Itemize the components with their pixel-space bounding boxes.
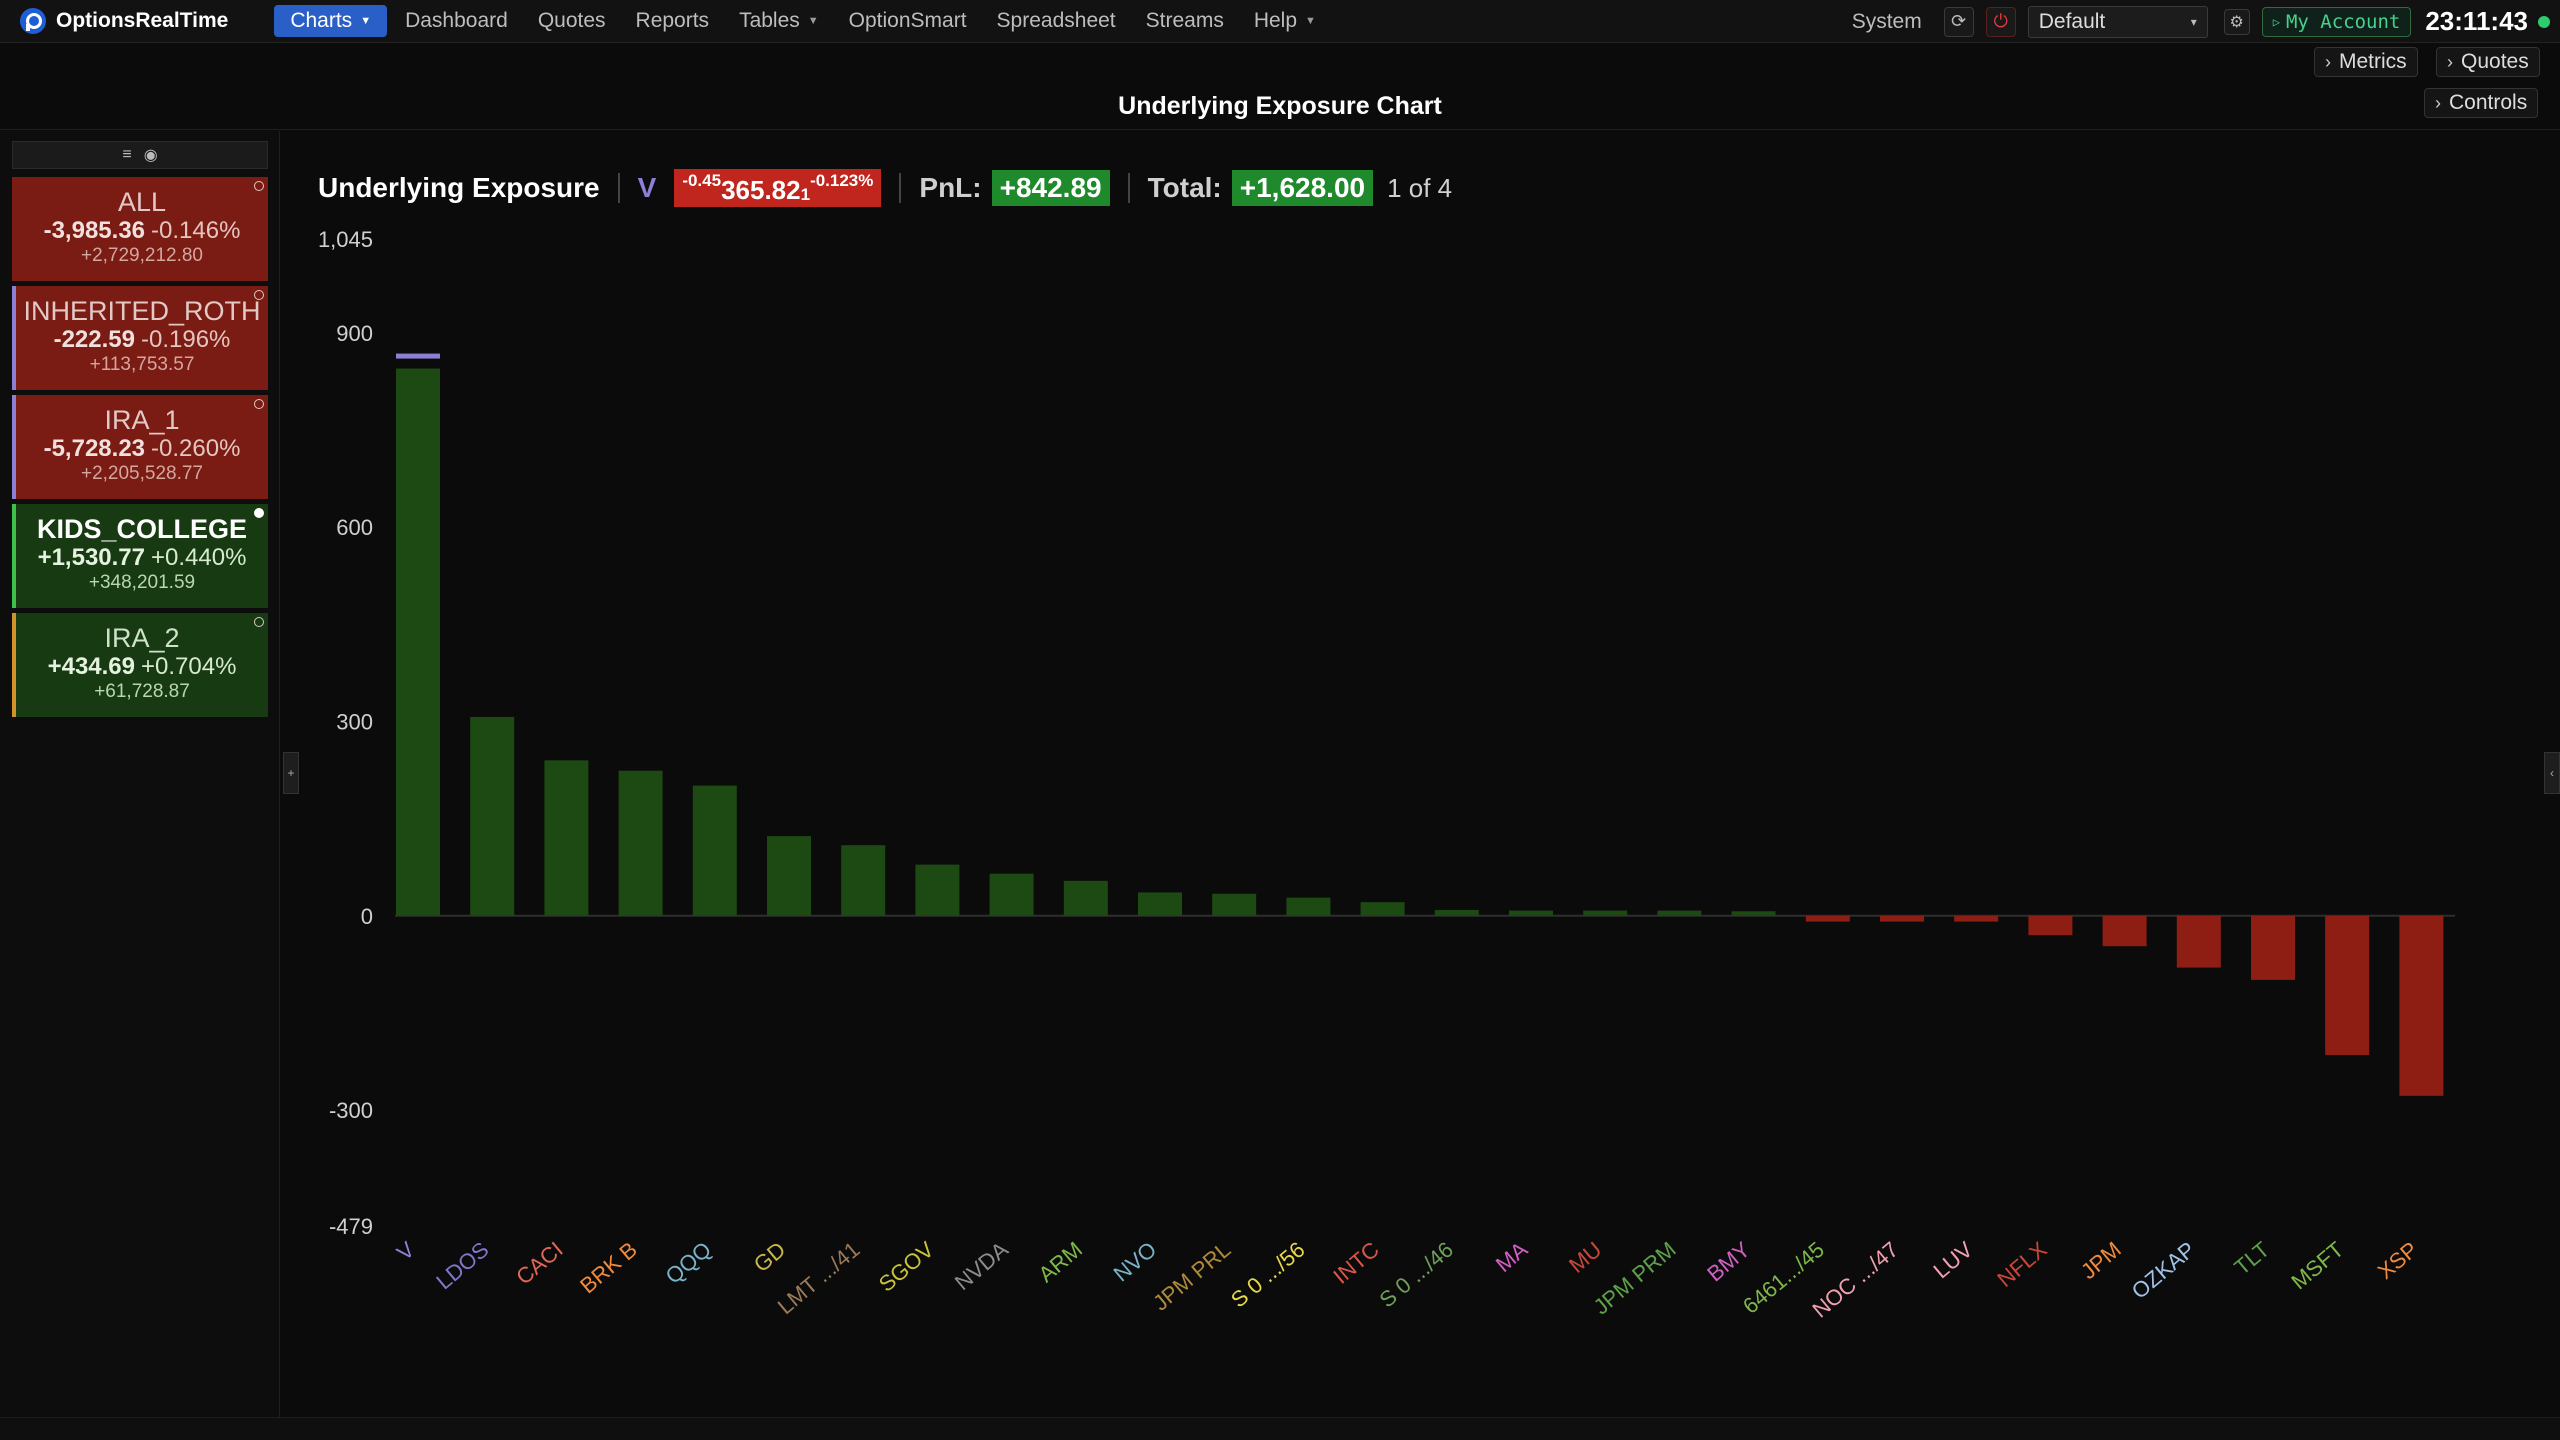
x-tick-label[interactable]: BMY (1702, 1236, 1755, 1286)
x-tick-label[interactable]: S 0 .../46 (1374, 1237, 1458, 1313)
bar-s-0-46[interactable] (1434, 909, 1479, 916)
x-tick-label[interactable]: NVO (1109, 1237, 1162, 1287)
bar-ozkap[interactable] (2176, 915, 2221, 968)
y-tick-label: 1,045 (318, 227, 373, 252)
y-tick-label: 0 (361, 904, 373, 929)
bar-6461-45[interactable] (1805, 915, 1850, 922)
x-tick-label[interactable]: QQQ (661, 1237, 716, 1289)
x-tick-label[interactable]: MU (1564, 1237, 1606, 1278)
x-tick-label[interactable]: CACI (511, 1237, 567, 1290)
bar-lmt-41[interactable] (841, 845, 886, 916)
status-bar (0, 1417, 2560, 1440)
bar-nflx[interactable] (2028, 915, 2073, 936)
x-tick-label[interactable]: LUV (1929, 1236, 1978, 1283)
x-tick-label[interactable]: V (392, 1236, 420, 1265)
x-tick-label[interactable]: LMT .../41 (773, 1237, 865, 1320)
x-tick-label[interactable]: NFLX (1992, 1236, 2051, 1292)
bar-noc-47[interactable] (1880, 915, 1924, 922)
x-tick-label[interactable]: JPM PRM (1589, 1237, 1681, 1320)
bar-mu[interactable] (1583, 910, 1628, 916)
y-tick-label: 600 (336, 515, 373, 540)
x-tick-label[interactable]: TLT (2229, 1237, 2274, 1280)
bar-qqq[interactable] (692, 785, 737, 916)
x-tick-label[interactable]: ARM (1033, 1237, 1087, 1288)
x-tick-label[interactable]: LDOS (431, 1237, 493, 1295)
y-tick-label: -479 (329, 1214, 373, 1239)
y-tick-label: 900 (336, 321, 373, 346)
bar-ma[interactable] (1509, 910, 1553, 916)
x-tick-label[interactable]: BRK B (575, 1237, 642, 1299)
x-tick-label[interactable]: NVDA (950, 1236, 1013, 1295)
bar-intc[interactable] (1360, 902, 1405, 916)
bar-msft[interactable] (2325, 915, 2370, 1056)
x-tick-label[interactable]: MA (1491, 1236, 1533, 1277)
bar-luv[interactable] (1954, 915, 1999, 922)
x-tick-label[interactable]: SGOV (874, 1236, 939, 1296)
y-tick-label: 300 (336, 709, 373, 734)
x-tick-label[interactable]: JPM (2076, 1237, 2126, 1284)
bar-nvo[interactable] (1138, 892, 1182, 916)
bar-s-0-56[interactable] (1286, 897, 1331, 916)
exposure-bar-chart: 1,045 900 600 300 0 -300 -479 V LDOS CACI BRK B QQQ… (318, 227, 2455, 1323)
price-marker (396, 353, 440, 359)
bar-bmy[interactable] (1731, 911, 1776, 916)
bar-gd[interactable] (767, 836, 811, 916)
bar-v[interactable] (396, 368, 440, 916)
x-tick-label[interactable]: S 0 .../56 (1226, 1237, 1310, 1313)
bar-jpm[interactable] (2102, 915, 2147, 947)
bar-sgov[interactable] (915, 864, 960, 916)
x-tick-label[interactable]: OZKAP (2127, 1237, 2200, 1304)
bar-xsp[interactable] (2399, 915, 2444, 1096)
bar-caci[interactable] (544, 760, 589, 916)
x-tick-label[interactable]: GD (749, 1237, 790, 1277)
bar-jpm-prl[interactable] (1212, 893, 1257, 916)
x-tick-label[interactable]: MSFT (2286, 1237, 2348, 1295)
y-tick-label: -300 (329, 1098, 373, 1123)
bar-ldos[interactable] (470, 716, 515, 916)
x-tick-label[interactable]: XSP (2373, 1237, 2423, 1284)
bar-nvda[interactable] (989, 873, 1034, 916)
bar-brk-b[interactable] (618, 770, 663, 916)
x-tick-label[interactable]: INTC (1328, 1237, 1383, 1289)
bar-jpm-prm[interactable] (1657, 910, 1702, 916)
x-tick-label[interactable]: JPM PRL (1148, 1237, 1235, 1316)
bar-arm[interactable] (1063, 880, 1108, 916)
bar-tlt[interactable] (2251, 915, 2295, 980)
